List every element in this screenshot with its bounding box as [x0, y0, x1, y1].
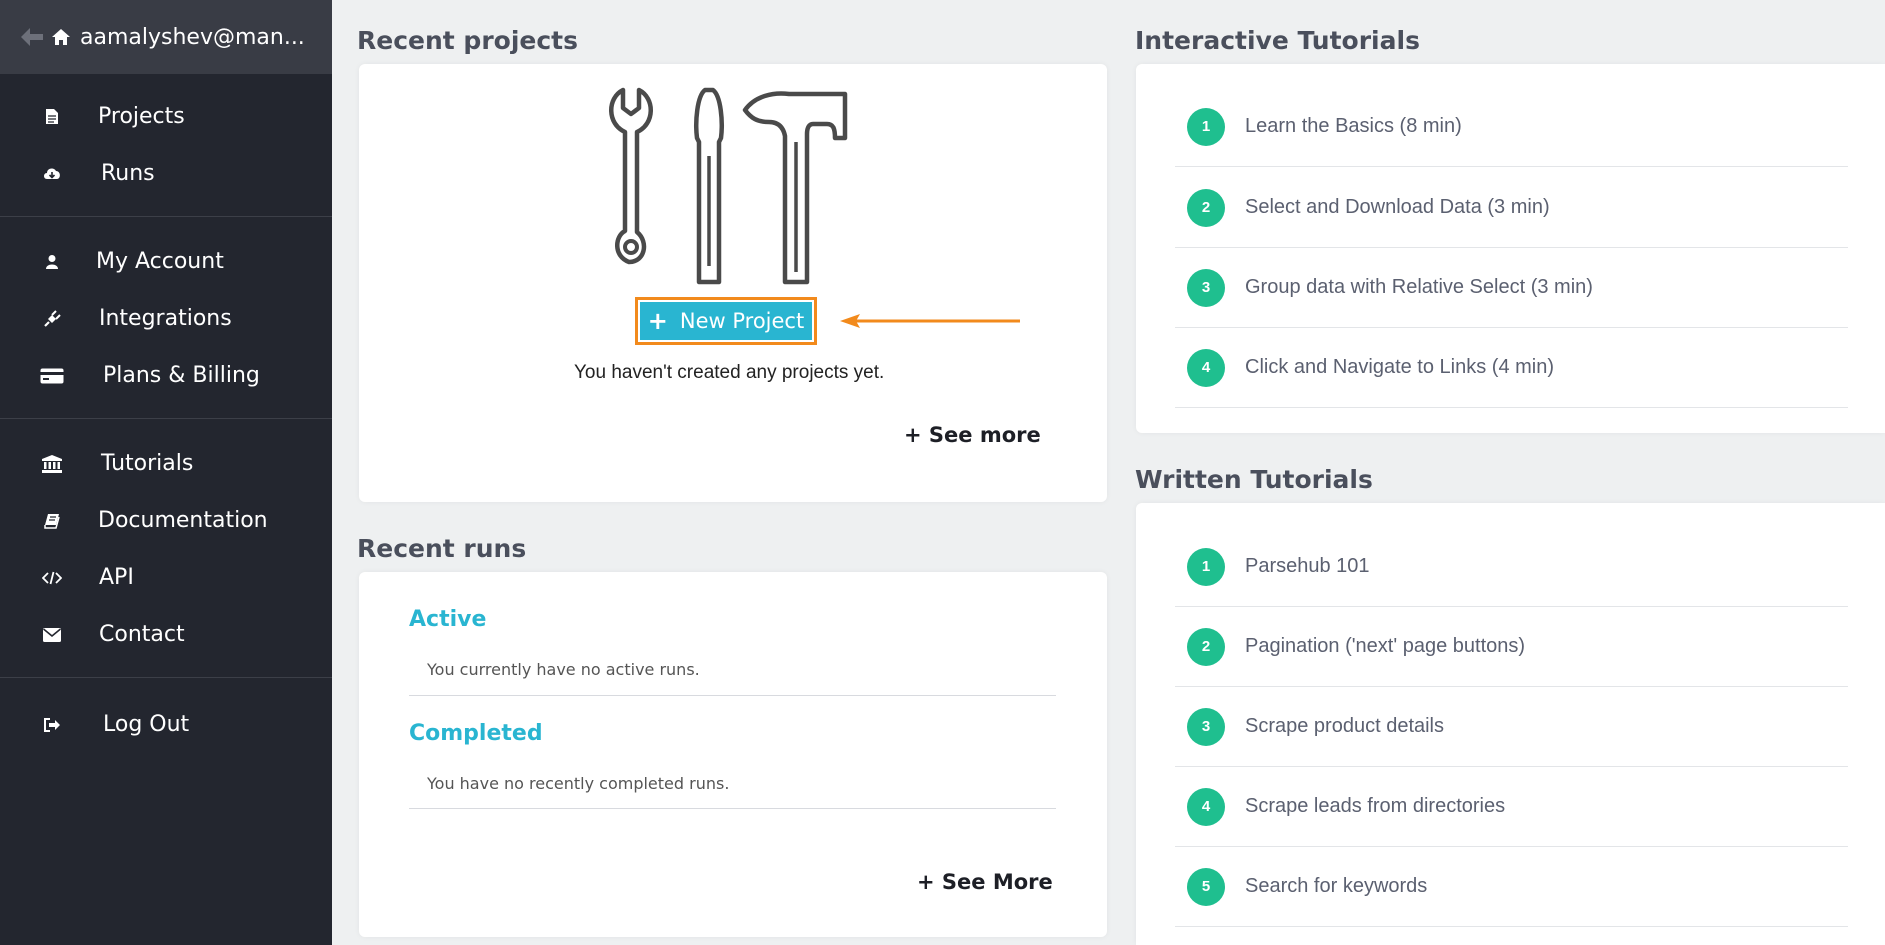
tutorial-item[interactable]: 2 Pagination ('next' page buttons) [1175, 607, 1848, 687]
projects-see-more-link[interactable]: + See more [904, 423, 1041, 447]
sidebar-item-runs[interactable]: Runs [0, 145, 332, 202]
tutorial-item[interactable]: 3 Scrape product details [1175, 687, 1848, 767]
written-tutorials-title: Written Tutorials [1135, 465, 1373, 494]
sidebar-item-projects[interactable]: Projects [0, 88, 332, 145]
sidebar-item-label: Projects [98, 104, 185, 129]
tutorial-label: Pagination ('next' page buttons) [1245, 635, 1526, 657]
book-icon [40, 509, 64, 533]
see-more-label: See more [928, 423, 1041, 447]
tutorial-label: Click and Navigate to Links (4 min) [1245, 356, 1555, 378]
sidebar-item-integrations[interactable]: Integrations [0, 290, 332, 347]
sidebar-group-account: My Account Integrations Plans & Billing [0, 217, 332, 419]
tutorial-number-badge: 1 [1187, 107, 1225, 146]
tutorial-label: Scrape leads from directories [1245, 795, 1506, 817]
tutorial-number-badge: 3 [1187, 707, 1225, 746]
home-icon[interactable] [50, 26, 72, 48]
tutorial-number-badge: 2 [1187, 627, 1225, 666]
code-icon [40, 566, 64, 590]
tutorial-item[interactable]: 4 Click and Navigate to Links (4 min) [1175, 328, 1848, 408]
interactive-tutorials-title: Interactive Tutorials [1135, 26, 1420, 55]
tutorial-item[interactable]: 1 Learn the Basics (8 min) [1175, 87, 1848, 167]
institution-icon [40, 452, 64, 476]
completed-runs-message: You have no recently completed runs. [427, 774, 730, 793]
completed-runs-title: Completed [409, 721, 543, 746]
sidebar-item-label: API [99, 565, 134, 590]
sidebar-item-label: Runs [101, 161, 155, 186]
sidebar-group-main: Projects Runs [0, 74, 332, 217]
credit-card-icon [40, 364, 64, 388]
sidebar-item-label: Plans & Billing [103, 363, 260, 388]
sidebar-item-label: My Account [96, 249, 224, 274]
tutorial-item[interactable]: 1 Parsehub 101 [1175, 527, 1848, 607]
plus-icon: + [647, 307, 668, 335]
sidebar-item-api[interactable]: API [0, 549, 332, 606]
sidebar-item-my-account[interactable]: My Account [0, 233, 332, 290]
envelope-icon [40, 623, 64, 647]
tutorial-item[interactable]: 4 Scrape leads from directories [1175, 767, 1848, 847]
sidebar-item-label: Tutorials [101, 451, 194, 476]
file-icon [40, 105, 64, 129]
active-runs-message: You currently have no active runs. [427, 660, 700, 679]
tutorial-item[interactable]: 2 Select and Download Data (3 min) [1175, 168, 1848, 248]
tutorial-number-badge: 5 [1187, 867, 1225, 906]
sidebar-item-label: Integrations [99, 306, 232, 331]
new-project-button[interactable]: + New Project [635, 297, 817, 345]
runs-see-more-link[interactable]: + See More [917, 870, 1053, 894]
tutorial-label: Learn the Basics (8 min) [1245, 115, 1462, 137]
tutorial-label: Search for keywords [1245, 875, 1428, 897]
sidebar-item-tutorials[interactable]: Tutorials [0, 435, 332, 492]
plus-icon: + [904, 423, 929, 447]
sign-out-icon [40, 713, 64, 737]
sidebar-item-contact[interactable]: Contact [0, 606, 332, 663]
new-project-label: New Project [679, 309, 805, 333]
divider [409, 808, 1056, 809]
sidebar-item-label: Log Out [103, 712, 190, 737]
active-runs-title: Active [409, 607, 487, 632]
recent-projects-title: Recent projects [357, 26, 579, 55]
tools-illustration-icon [609, 87, 848, 285]
sidebar-item-plans-billing[interactable]: Plans & Billing [0, 347, 332, 404]
tutorial-number-badge: 3 [1187, 268, 1225, 307]
cloud-download-icon [40, 162, 64, 186]
no-projects-text: You haven't created any projects yet. [574, 362, 885, 383]
see-more-label: See More [941, 870, 1053, 894]
tutorial-item[interactable]: 5 Search for keywords [1175, 847, 1848, 927]
sidebar-item-documentation[interactable]: Documentation [0, 492, 332, 549]
sidebar-item-label: Documentation [98, 508, 268, 533]
sidebar: aamalyshev@man... Projects Runs My Accou… [0, 0, 332, 945]
recent-runs-title: Recent runs [357, 534, 527, 563]
plus-icon: + [917, 870, 942, 894]
user-icon [40, 250, 64, 274]
tutorial-item[interactable]: 3 Group data with Relative Select (3 min… [1175, 248, 1848, 328]
tutorial-label: Group data with Relative Select (3 min) [1245, 276, 1593, 298]
annotation-arrow-icon [840, 314, 1020, 328]
sidebar-item-log-out[interactable]: Log Out [0, 696, 332, 753]
sidebar-item-label: Contact [99, 622, 185, 647]
tutorial-number-badge: 1 [1187, 547, 1225, 586]
tutorial-label: Scrape product details [1245, 715, 1445, 737]
new-project-button-inner: + New Project [640, 302, 812, 340]
sidebar-group-logout: Log Out [0, 678, 332, 767]
tutorial-number-badge: 2 [1187, 188, 1225, 227]
tutorial-number-badge: 4 [1187, 348, 1225, 387]
tutorial-label: Parsehub 101 [1245, 555, 1370, 577]
divider [409, 695, 1056, 696]
sidebar-group-help: Tutorials Documentation API Contact [0, 419, 332, 678]
back-arrow-icon[interactable] [18, 23, 46, 51]
tutorial-number-badge: 4 [1187, 787, 1225, 826]
tutorial-label: Select and Download Data (3 min) [1245, 196, 1550, 218]
sidebar-header: aamalyshev@man... [0, 0, 332, 74]
account-username[interactable]: aamalyshev@man... [80, 25, 305, 50]
plug-icon [40, 307, 64, 331]
